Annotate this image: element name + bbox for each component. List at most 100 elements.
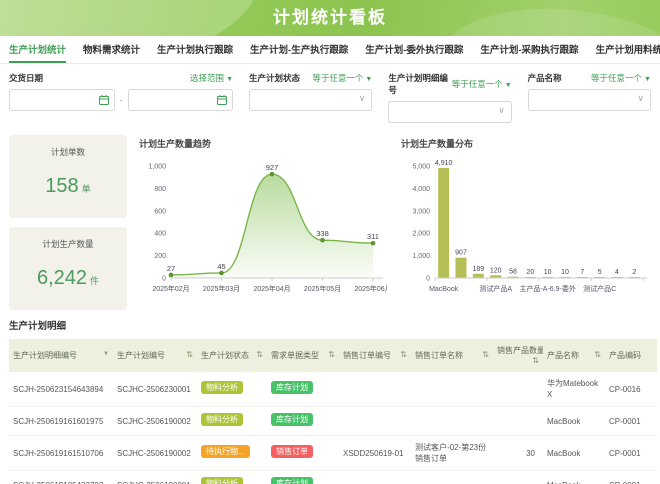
svg-text:0: 0 xyxy=(162,276,166,283)
column-header[interactable]: 产品名称⇅ xyxy=(543,339,605,372)
cell-doc-type: 库存计划 xyxy=(267,407,339,436)
tab-item[interactable]: 生产计划-委外执行跟踪 xyxy=(365,36,463,63)
svg-text:600: 600 xyxy=(154,208,166,215)
status-badge: 待执行物... xyxy=(201,445,250,458)
filter-delivery-date: 交货日期 选择范围▼ - xyxy=(9,72,233,123)
chevron-down-icon: ∨ xyxy=(637,93,644,104)
column-header-label: 需求单据类型 xyxy=(271,351,319,360)
tab-item[interactable]: 生产计划执行跟踪 xyxy=(157,36,233,63)
distribution-chart-panel: 计划生产数量分布 01,0002,0003,0004,0005,0004,910… xyxy=(399,135,651,310)
stat-value-number: 6,242 xyxy=(37,267,87,289)
svg-text:200: 200 xyxy=(154,253,166,260)
filter-label-row: 生产计划状态等于任意一个▼ xyxy=(249,72,372,84)
sort-icon: ⇅ xyxy=(186,350,193,359)
doc-type-badge: 销售订单 xyxy=(271,445,313,458)
date-separator: - xyxy=(120,95,123,105)
svg-text:907: 907 xyxy=(455,250,467,257)
cell-order-no xyxy=(339,372,411,407)
svg-text:主产品-A-6.9-委外: 主产品-A-6.9-委外 xyxy=(519,284,575,293)
filter-label-row: 生产计划明细编号等于任意一个▼ xyxy=(388,72,511,96)
trend-chart-title: 计划生产数量趋势 xyxy=(139,137,389,150)
cell-plan-detail-no: SCJH-250619105433703 xyxy=(9,471,113,484)
column-header[interactable]: 生产计划编号 ⇅ xyxy=(113,339,197,372)
dashboard-page: 计划统计看板 生产计划统计物料需求统计生产计划执行跟踪生产计划-生产执行跟踪生产… xyxy=(0,0,660,484)
filter-select[interactable]: ∨ xyxy=(388,101,511,123)
column-header-label: 销售产品数量 xyxy=(497,346,543,355)
cell-plan-no: SCJHC-2506190002 xyxy=(113,407,197,436)
caret-down-icon: ▼ xyxy=(226,76,233,83)
svg-text:5,000: 5,000 xyxy=(412,164,430,171)
cell-order-no: XSDD250619-01 xyxy=(339,436,411,471)
cell-product-name: MacBook xyxy=(543,407,605,436)
column-header-label: 销售订单编号 xyxy=(343,351,391,360)
date-range-link[interactable]: 选择范围▼ xyxy=(190,72,233,84)
svg-text:45: 45 xyxy=(217,262,225,271)
cell-product-qty: 30 xyxy=(493,436,543,471)
svg-text:800: 800 xyxy=(154,186,166,193)
svg-text:0: 0 xyxy=(426,276,430,283)
svg-text:4,000: 4,000 xyxy=(412,186,430,193)
column-header[interactable]: 销售订单名称⇅ xyxy=(411,339,493,372)
cell-plan-detail-no: SCJH-250619161510706 xyxy=(9,436,113,471)
date-from-input[interactable] xyxy=(9,89,115,111)
cell-plan-status: 物料分析 xyxy=(197,407,267,436)
column-header[interactable]: 销售订单编号 ⇅ xyxy=(339,339,411,372)
status-badge: 物料分析 xyxy=(201,381,243,394)
filter-select[interactable]: ∨ xyxy=(249,89,372,111)
filter-operator-link[interactable]: 等于任意一个▼ xyxy=(591,72,651,84)
tab-item[interactable]: 生产计划统计 xyxy=(9,36,66,63)
table-title: 生产计划明细 xyxy=(9,318,651,332)
stat-card-value: 6,242件 xyxy=(9,267,127,290)
filter-label-row: 产品名称等于任意一个▼ xyxy=(528,72,651,84)
cell-order-no xyxy=(339,471,411,484)
cell-doc-type: 库存计划 xyxy=(267,471,339,484)
column-header[interactable]: 销售产品数量⇅ xyxy=(493,339,543,372)
filter-bar: 交货日期 选择范围▼ - xyxy=(0,64,660,133)
svg-text:2025年05月: 2025年05月 xyxy=(304,284,341,293)
svg-text:1,000: 1,000 xyxy=(412,253,430,260)
doc-type-badge: 库存计划 xyxy=(271,381,313,394)
column-header[interactable]: 需求单据类型⇅ xyxy=(267,339,339,372)
status-badge: 物料分析 xyxy=(201,413,243,426)
column-header-label: 生产计划状态 xyxy=(201,351,249,360)
tab-item[interactable]: 生产计划-生产执行跟踪 xyxy=(250,36,348,63)
filter-group: 产品名称等于任意一个▼ ∨ xyxy=(528,72,651,123)
column-header[interactable]: 产品编码 xyxy=(605,339,657,372)
svg-text:2025年04月: 2025年04月 xyxy=(253,284,290,293)
date-to-input[interactable] xyxy=(128,89,234,111)
filter-select[interactable]: ∨ xyxy=(528,89,651,111)
sort-icon: ⇅ xyxy=(400,350,407,359)
svg-text:7: 7 xyxy=(580,269,584,276)
svg-text:400: 400 xyxy=(154,231,166,238)
column-header-label: 销售订单名称 xyxy=(415,351,463,360)
svg-text:338: 338 xyxy=(316,229,329,238)
table-row: SCJH-250619161601975SCJHC-2506190002物料分析… xyxy=(9,407,657,436)
cell-product-qty xyxy=(493,471,543,484)
page-title: 计划统计看板 xyxy=(0,0,660,36)
tab-item[interactable]: 生产计划用料统计 xyxy=(596,36,660,63)
cell-order-name xyxy=(411,372,493,407)
column-header-label: 生产计划编号 xyxy=(117,351,165,360)
filter-operator-link[interactable]: 等于任意一个▼ xyxy=(452,78,512,90)
svg-text:测试产品C: 测试产品C xyxy=(583,284,616,293)
plan-detail-table: 生产计划明细编号▼生产计划编号⇅生产计划状态⇅需求单据类型⇅销售订单编号⇅销售订… xyxy=(9,339,657,484)
svg-text:2: 2 xyxy=(632,269,636,276)
filter-label: 生产计划明细编号 xyxy=(388,72,451,96)
column-header[interactable]: 生产计划明细编号 ▼ xyxy=(9,339,113,372)
tab-item[interactable]: 物料需求统计 xyxy=(83,36,140,63)
overview-row: 计划单数158单计划生产数量6,242件 计划生产数量趋势 0200400600… xyxy=(0,133,660,310)
column-header-label: 产品名称 xyxy=(547,351,579,360)
column-header-label: 生产计划明细编号 xyxy=(13,351,77,360)
svg-text:5: 5 xyxy=(598,269,602,276)
tab-item[interactable]: 生产计划-采购执行跟踪 xyxy=(480,36,578,63)
cell-order-name xyxy=(411,471,493,484)
sort-icon: ▼ xyxy=(103,350,109,359)
column-header[interactable]: 生产计划状态⇅ xyxy=(197,339,267,372)
cell-plan-no: SCJHC-2506190001 xyxy=(113,471,197,484)
svg-text:2025年02月: 2025年02月 xyxy=(152,284,189,293)
caret-down-icon: ▼ xyxy=(505,82,512,89)
trend-line-chart: 02004006008001,0002025年02月2025年03月2025年0… xyxy=(137,150,387,306)
filter-group: 生产计划明细编号等于任意一个▼ ∨ xyxy=(388,72,511,123)
cell-product-name: MacBook xyxy=(543,436,605,471)
filter-operator-link[interactable]: 等于任意一个▼ xyxy=(312,72,372,84)
